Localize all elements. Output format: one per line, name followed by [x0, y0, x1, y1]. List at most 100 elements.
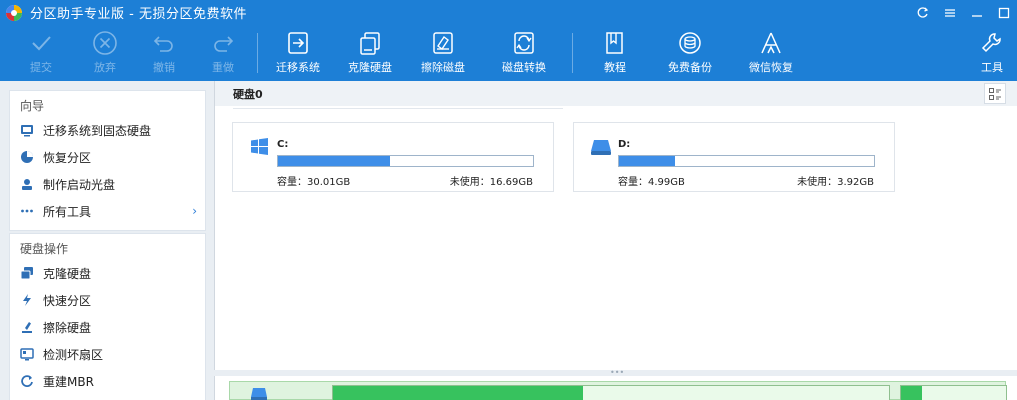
clone-disk-button[interactable]: 克隆硬盘 — [348, 29, 392, 77]
tutorial-button[interactable]: 教程 — [601, 29, 629, 77]
sidebar-item-label: 检测坏扇区 — [43, 347, 104, 362]
maximize-icon[interactable] — [990, 0, 1017, 25]
wipe-disk-label: 擦除磁盘 — [421, 61, 465, 74]
disk-row[interactable] — [229, 381, 1007, 400]
free-backup-button[interactable]: 免费备份 — [668, 29, 712, 77]
undo-icon — [153, 36, 173, 52]
sidebar-item-label: 快速分区 — [43, 293, 92, 308]
sidebar-item-boot-disc[interactable]: 制作启动光盘 — [20, 174, 197, 194]
free-backup-label: 免费备份 — [668, 61, 712, 74]
sidebar-item-label: 制作启动光盘 — [43, 177, 116, 192]
partition-letter: C: — [277, 139, 289, 150]
discard-button[interactable]: 放弃 — [91, 29, 119, 77]
disk-partition-fill — [333, 386, 584, 400]
sidebar-item-label: 恢复分区 — [43, 150, 92, 165]
submit-button[interactable]: 提交 — [27, 29, 55, 77]
wechat-recovery-button[interactable]: 微信恢复 — [749, 29, 793, 77]
clone-disk-label: 克隆硬盘 — [348, 61, 392, 74]
undo-label: 撤销 — [153, 61, 175, 74]
recover-partition-icon — [21, 151, 33, 163]
migrate-icon — [21, 125, 33, 137]
partition-free: 未使用：3.92GB — [797, 177, 874, 188]
redo-icon — [214, 36, 234, 52]
disk-partition-bar[interactable] — [332, 385, 890, 400]
menu-icon[interactable] — [936, 0, 963, 25]
sidebar-item-label: 迁移系统到固态硬盘 — [43, 123, 152, 138]
sidebar-item-label: 所有工具 — [43, 204, 92, 219]
close-circle-icon — [93, 31, 117, 55]
sidebar-item-label: 重建MBR — [43, 374, 94, 389]
check-icon — [32, 36, 51, 51]
sidebar-item-quick-partition[interactable]: 快速分区 — [20, 290, 197, 310]
wechat-recovery-icon — [761, 32, 781, 54]
backup-icon — [679, 32, 701, 54]
minimize-icon[interactable] — [963, 0, 990, 25]
boot-disc-icon — [22, 179, 32, 190]
restore-icon[interactable] — [909, 0, 936, 25]
sidebar: 向导 迁移系统到固态硬盘 恢复分区 制作启动光盘 所有工具 › 硬盘操作 克隆硬… — [0, 81, 213, 400]
partition-free: 未使用：16.69GB — [449, 177, 533, 188]
discard-label: 放弃 — [94, 61, 116, 74]
view-toggle-button[interactable] — [984, 83, 1006, 104]
bad-sector-icon — [20, 348, 34, 361]
convert-disk-label: 磁盘转换 — [502, 61, 546, 74]
app-logo-icon — [6, 4, 22, 21]
divider — [233, 108, 563, 109]
partition-card-c[interactable]: C: 容量：30.01GB 未使用：16.69GB — [232, 122, 554, 192]
undo-button[interactable]: 撤销 — [150, 29, 178, 77]
book-icon — [606, 32, 623, 54]
tutorial-label: 教程 — [604, 61, 626, 74]
disk-ops-panel: 硬盘操作 克隆硬盘 快速分区 擦除硬盘 检测坏扇区 重建MBR — [9, 233, 206, 400]
toolbar-divider — [572, 33, 573, 73]
convert-disk-icon — [514, 32, 534, 54]
migrate-os-button[interactable]: 迁移系统 — [276, 29, 320, 77]
sidebar-item-migrate-ssd[interactable]: 迁移系统到固态硬盘 — [20, 120, 197, 140]
list-view-icon — [989, 87, 1001, 100]
disk-icon — [251, 388, 267, 400]
sidebar-item-rebuild-mbr[interactable]: 重建MBR — [20, 371, 197, 391]
sidebar-item-label: 克隆硬盘 — [43, 266, 92, 281]
disk-partition-bar[interactable] — [900, 385, 1007, 400]
window-title: 分区助手专业版 - 无损分区免费软件 — [30, 7, 247, 22]
toolbar-divider — [257, 33, 258, 73]
drive-icon — [591, 140, 611, 155]
main-area: 硬盘0 C: 容量：30.01GB 未使用：16.69GB D: 容量：4.99… — [214, 81, 1017, 400]
disk-ops-heading: 硬盘操作 — [20, 242, 69, 256]
tools-label: 工具 — [981, 61, 1003, 74]
partition-capacity: 容量：30.01GB — [277, 177, 351, 188]
disk-name[interactable]: 硬盘0 — [233, 86, 263, 102]
redo-button[interactable]: 重做 — [209, 29, 237, 77]
migrate-os-label: 迁移系统 — [276, 61, 320, 74]
sidebar-item-recover-partition[interactable]: 恢复分区 — [20, 147, 197, 167]
title-bar: 分区助手专业版 - 无损分区免费软件 — [0, 0, 1017, 25]
disk-map-panel — [214, 376, 1017, 400]
more-icon — [21, 209, 33, 213]
wrench-icon — [981, 33, 1001, 53]
wipe-disk-icon — [22, 322, 32, 333]
wechat-recovery-label: 微信恢复 — [749, 61, 793, 74]
wizard-heading: 向导 — [20, 99, 45, 113]
convert-disk-button[interactable]: 磁盘转换 — [502, 29, 546, 77]
usage-bar — [277, 155, 534, 167]
redo-label: 重做 — [212, 61, 234, 74]
windows-icon — [251, 138, 268, 155]
sidebar-item-wipe-disk[interactable]: 擦除硬盘 — [20, 317, 197, 337]
disk-tab-bar: 硬盘0 — [215, 81, 1017, 106]
chevron-right-icon: › — [192, 204, 197, 218]
tools-button[interactable]: 工具 — [978, 29, 1006, 77]
usage-bar — [618, 155, 875, 167]
partition-card-d[interactable]: D: 容量：4.99GB 未使用：3.92GB — [573, 122, 895, 192]
migrate-os-icon — [288, 32, 308, 54]
rebuild-mbr-icon — [21, 375, 33, 387]
toolbar: 提交 放弃 撤销 重做 迁移系统 克隆硬盘 擦除磁盘 磁盘转换 教程 免费备份 … — [0, 25, 1017, 81]
sidebar-item-all-tools[interactable]: 所有工具 › — [20, 201, 197, 221]
wipe-disk-button[interactable]: 擦除磁盘 — [421, 29, 465, 77]
submit-label: 提交 — [30, 61, 52, 74]
sidebar-item-clone-disk[interactable]: 克隆硬盘 — [20, 263, 197, 283]
sidebar-item-bad-sector[interactable]: 检测坏扇区 — [20, 344, 197, 364]
quick-partition-icon — [23, 294, 31, 306]
sidebar-item-label: 擦除硬盘 — [43, 320, 92, 335]
usage-bar-fill — [278, 156, 391, 166]
clone-disk-icon — [20, 267, 33, 280]
usage-bar-fill — [619, 156, 676, 166]
